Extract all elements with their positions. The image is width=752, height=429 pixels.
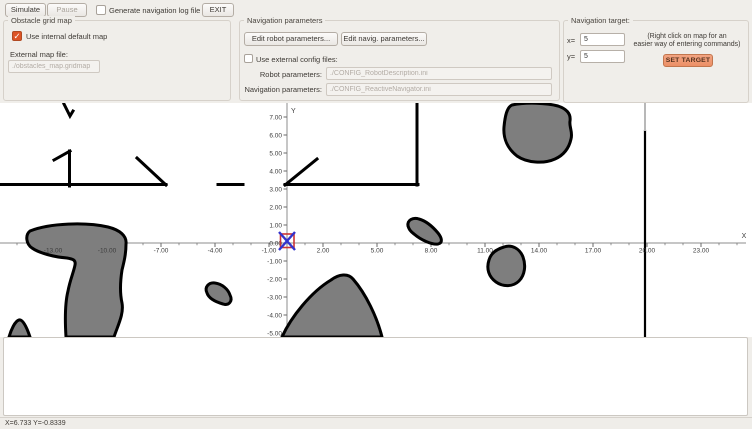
y-tick-label: -4.00 xyxy=(267,312,282,319)
y-tick-label: 2.00 xyxy=(269,204,282,211)
obstacle-blob xyxy=(27,224,126,337)
wall-line xyxy=(137,158,166,185)
y-tick-label: -3.00 xyxy=(267,294,282,301)
x-tick-label: 2.00 xyxy=(317,248,330,255)
target-y-field[interactable] xyxy=(580,50,625,63)
x-tick-label: -1.00 xyxy=(262,248,277,255)
navigation-target-title: Navigation target: xyxy=(568,16,633,25)
y-tick-label: 5.00 xyxy=(269,150,282,157)
x-tick-label: 14.00 xyxy=(531,248,548,255)
y-tick-label: 6.00 xyxy=(269,132,282,139)
y-tick-label: 7.00 xyxy=(269,114,282,121)
generate-log-label: Generate navigation log file xyxy=(109,6,200,15)
x-tick-label: -4.00 xyxy=(208,248,223,255)
log-panel xyxy=(3,337,748,416)
wall-line xyxy=(64,104,73,116)
y-tick-label: 3.00 xyxy=(269,186,282,193)
external-map-file-label: External map file: xyxy=(10,50,68,59)
use-internal-map-label: Use internal default map xyxy=(26,32,107,41)
x-tick-label: 23.00 xyxy=(693,248,710,255)
map-canvas[interactable]: -13.00 -10.00 -7.00 -4.00 -1.00 2.00 5.00 8.00 1… xyxy=(0,103,752,337)
status-bar: X=6.733 Y=-0.8339 xyxy=(0,417,752,429)
exit-button[interactable]: EXIT xyxy=(202,3,234,17)
wall-line xyxy=(285,159,317,185)
x-tick-label: 20.00 xyxy=(639,248,656,255)
y-tick-label: -2.00 xyxy=(267,276,282,283)
hint-line-2: easier way of entering commands) xyxy=(634,41,741,48)
x-tick-label: 5.00 xyxy=(371,248,384,255)
obstacle-blob xyxy=(488,246,525,286)
navigation-parameters-label: Navigation parameters: xyxy=(240,85,322,94)
y-axis-title: Y xyxy=(291,108,296,115)
external-map-file-field[interactable] xyxy=(8,60,100,73)
map-view[interactable]: -13.00 -10.00 -7.00 -4.00 -1.00 2.00 5.00 8.00 1… xyxy=(0,103,752,337)
target-y-label: y= xyxy=(567,52,575,61)
y-tick-label: -1.00 xyxy=(267,258,282,265)
target-x-label: x= xyxy=(567,36,575,45)
wall-line xyxy=(54,151,70,160)
cursor-coordinates: X=6.733 Y=-0.8339 xyxy=(5,420,66,427)
x-tick-label: -7.00 xyxy=(154,248,169,255)
use-external-config-label: Use external config files: xyxy=(256,55,338,64)
app-window: Simulate Pause Generate navigation log f… xyxy=(0,0,752,429)
x-tick-label: 11.00 xyxy=(477,248,493,255)
obstacle-grid-map-title: Obstacle grid map xyxy=(8,16,75,25)
obstacle-blob xyxy=(206,283,231,305)
use-internal-map-checkbox[interactable] xyxy=(12,31,22,41)
use-external-config-checkbox[interactable] xyxy=(244,54,253,63)
robot-parameters-label: Robot parameters: xyxy=(240,70,322,79)
target-x-field[interactable] xyxy=(580,33,625,46)
y-tick-label: 1.00 xyxy=(269,222,282,229)
obstacle-blob xyxy=(504,103,572,162)
x-tick-label: -10.00 xyxy=(98,248,117,255)
map-right-click-hint: (Right click on map for an easier way of… xyxy=(627,33,747,49)
generate-log-checkbox[interactable] xyxy=(96,5,106,15)
x-axis-title: X xyxy=(742,233,747,240)
navigation-parameters-field[interactable] xyxy=(326,83,552,96)
x-tick-label: 8.00 xyxy=(425,248,438,255)
simulate-button[interactable]: Simulate xyxy=(5,3,46,17)
robot-parameters-field[interactable] xyxy=(326,67,552,80)
x-tick-label: 17.00 xyxy=(585,248,602,255)
navigation-parameters-title: Navigation parameters xyxy=(244,16,325,25)
x-tick-label: -13.00 xyxy=(44,248,63,255)
y-tick-label: -5.00 xyxy=(267,330,282,337)
obstacle-blob xyxy=(282,275,382,337)
edit-robot-parameters-button[interactable]: Edit robot parameters... xyxy=(244,32,338,46)
y-tick-label: 4.00 xyxy=(269,168,282,175)
hint-line-1: (Right click on map for an xyxy=(647,33,726,40)
obstacle-blob xyxy=(9,320,30,337)
obstacle-blob xyxy=(408,218,441,244)
pause-button[interactable]: Pause xyxy=(47,3,87,17)
edit-navig-parameters-button[interactable]: Edit navig. parameters... xyxy=(341,32,427,46)
set-target-button[interactable]: SET TARGET xyxy=(663,54,713,67)
